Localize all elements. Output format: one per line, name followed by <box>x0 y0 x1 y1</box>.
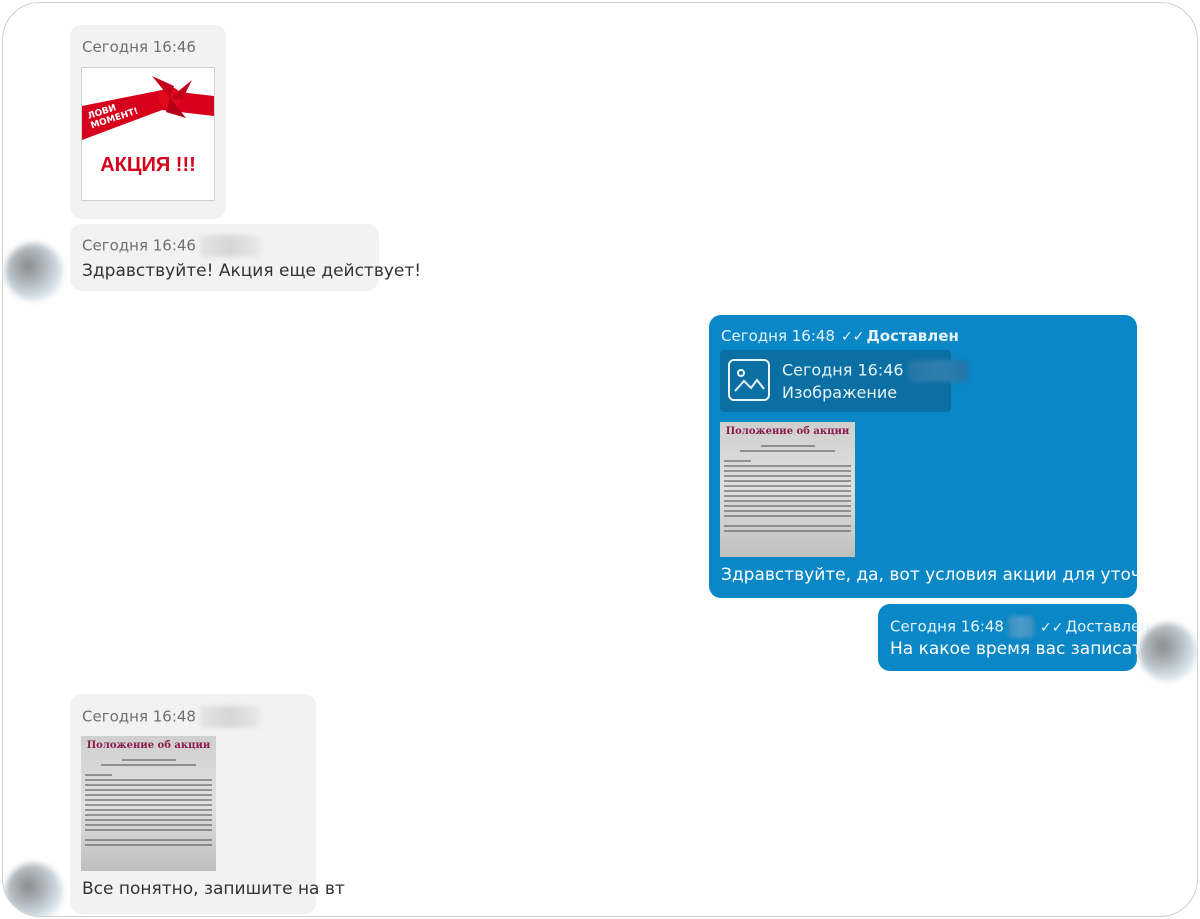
message-time: Сегодня 16:46 <box>82 236 196 255</box>
double-check-icon: ✓✓ <box>840 329 865 345</box>
quote-time: Сегодня 16:46 <box>782 360 904 380</box>
message-incoming-document: Сегодня 16:48 Положение об акции Все пон… <box>70 694 345 914</box>
quote-label: Изображение <box>782 383 898 402</box>
operator-avatar <box>1139 623 1197 681</box>
message-time: Сегодня 16:48 <box>721 327 835 345</box>
sender-name-redacted <box>1007 616 1034 638</box>
message-incoming-image: Сегодня 16:46 ЛОВИ МОМЕНТ! АКЦИЯ !!! <box>70 25 226 219</box>
message-text: Здравствуйте, да, вот условия акции для … <box>721 565 1198 585</box>
message-outgoing-document: Сегодня 16:48 ✓✓ Доставлен Сегодня 16:46 И… <box>709 315 1197 598</box>
message-meta: Сегодня 16:46 <box>82 235 260 257</box>
sender-name-redacted <box>907 360 968 382</box>
document-title: Положение об акции <box>86 740 211 751</box>
quote-meta: Сегодня 16:46 <box>782 360 968 382</box>
document-thumbnail[interactable]: Положение об акции <box>720 422 855 557</box>
message-text: На какое время вас записать? <box>890 639 1162 659</box>
delivery-status: Доставлен <box>866 327 959 345</box>
message-meta: Сегодня 16:48 <box>82 706 260 728</box>
message-incoming-text: Сегодня 16:46 Здравствуйте! Акция еще де… <box>70 224 421 291</box>
message-text: Здравствуйте! Акция еще действует! <box>82 261 422 281</box>
document-thumbnail[interactable]: Положение об акции <box>81 736 216 871</box>
promo-image[interactable]: ЛОВИ МОМЕНТ! АКЦИЯ !!! <box>81 67 215 201</box>
message-time: Сегодня 16:48 <box>82 707 196 726</box>
message-outgoing-text: Сегодня 16:48 ✓✓ Доставлен На какое время … <box>878 604 1161 671</box>
document-title: Положение об акции <box>725 426 850 437</box>
delivery-status: Доставлен <box>1065 617 1150 636</box>
image-placeholder-icon <box>728 359 770 401</box>
contact-avatar <box>5 243 63 301</box>
message-time: Сегодня 16:46 <box>82 38 196 56</box>
message-meta: Сегодня 16:48 ✓✓ Доставлен <box>890 616 1150 638</box>
sender-name-redacted <box>199 706 260 728</box>
message-meta: Сегодня 16:48 ✓✓ Доставлен <box>721 327 959 346</box>
ribbon-bow-graphic <box>82 76 214 140</box>
double-check-icon: ✓✓ <box>1039 619 1064 636</box>
promo-title: АКЦИЯ !!! <box>100 154 196 176</box>
chat-window: Сегодня 16:46 ЛОВИ МОМЕНТ! АКЦИЯ !!! Сег… <box>2 2 1198 917</box>
quoted-message[interactable]: Сегодня 16:46 Изображение <box>720 350 968 412</box>
sender-name-redacted <box>199 235 260 257</box>
message-time: Сегодня 16:48 <box>890 617 1004 636</box>
message-text: Все понятно, запишите на вт <box>82 879 345 899</box>
contact-avatar <box>5 863 63 916</box>
